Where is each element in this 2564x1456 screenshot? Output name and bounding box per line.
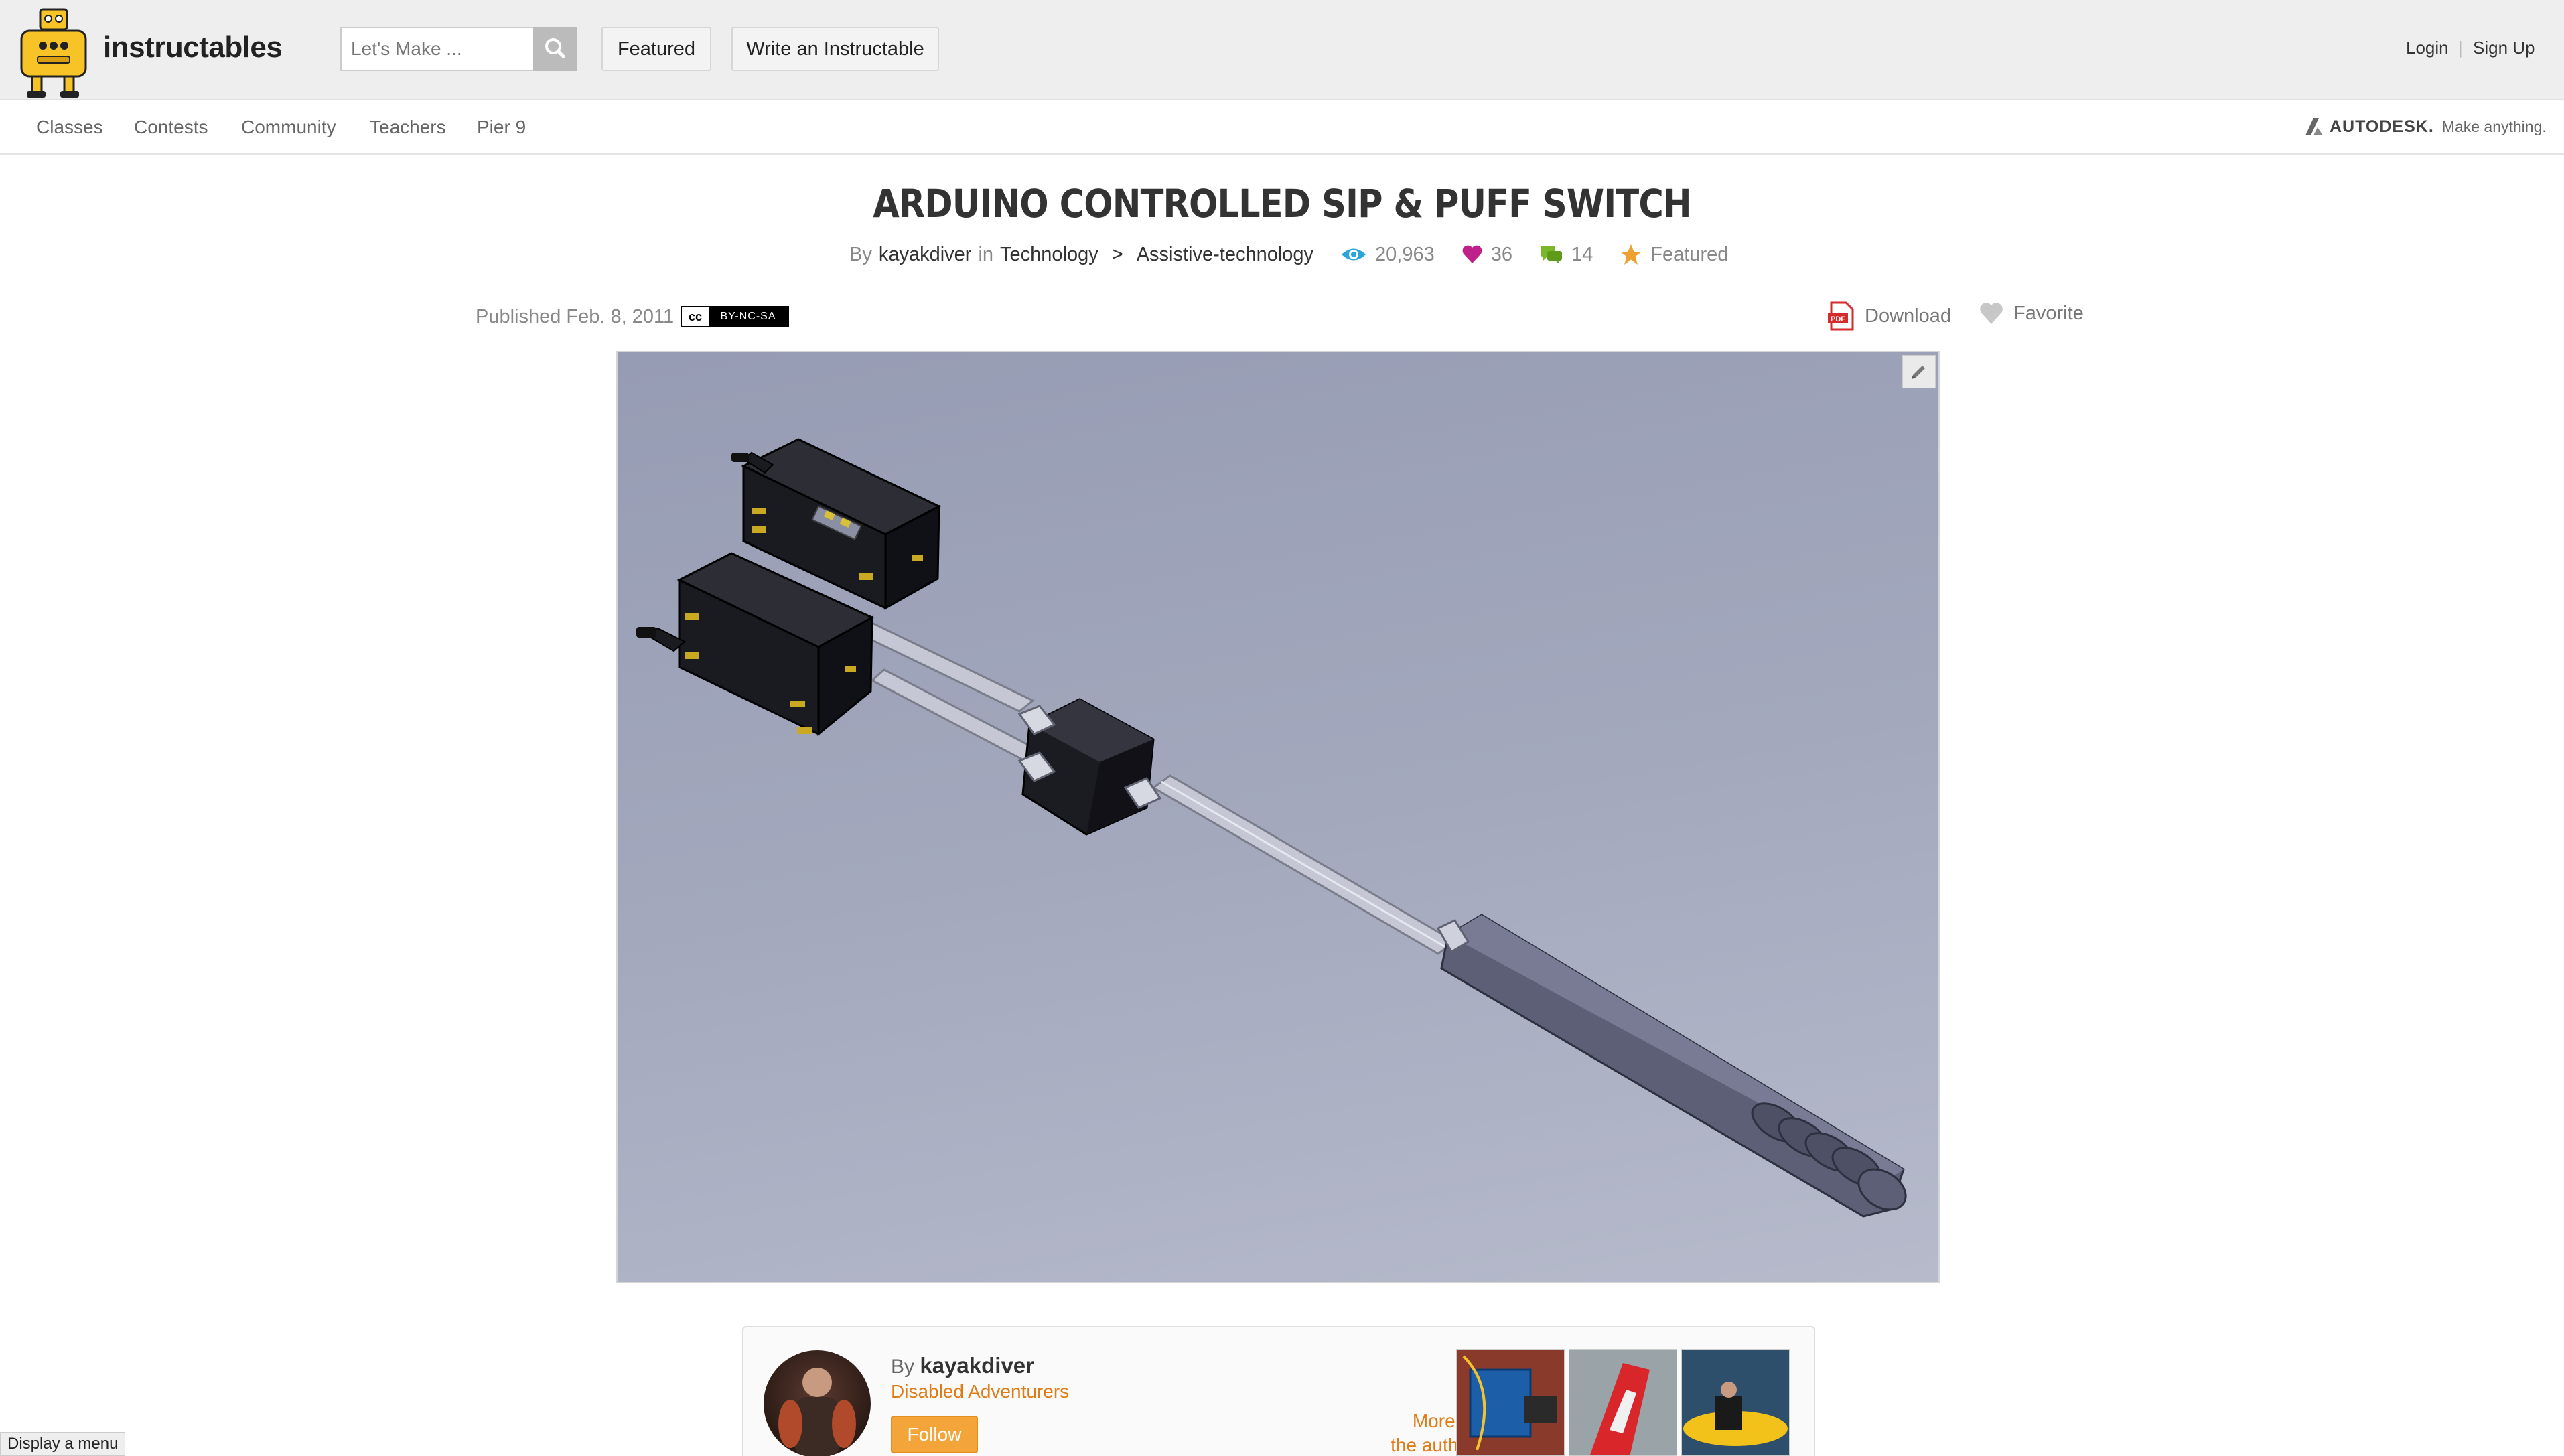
comments-count: 14 xyxy=(1571,243,1593,265)
search-button[interactable] xyxy=(533,27,577,71)
autodesk-name: AUTODESK. xyxy=(2330,117,2434,136)
eye-icon xyxy=(1342,248,1366,261)
search-icon xyxy=(545,38,565,58)
category-nav: Classes Contests Community Teachers Pier… xyxy=(0,100,2564,155)
favorite-label: Favorite xyxy=(2013,302,2084,324)
yellow-kayak-photo xyxy=(1682,1350,1789,1455)
author-project-thumbnail[interactable] xyxy=(1681,1349,1790,1456)
views-count: 20,963 xyxy=(1375,243,1435,265)
autodesk-link[interactable]: AUTODESK. Make anything. xyxy=(2304,117,2547,137)
nav-pier9[interactable]: Pier 9 xyxy=(477,117,526,138)
site-header: instructables Featured Write an Instruct… xyxy=(0,0,2564,100)
featured-label: Featured xyxy=(1650,243,1729,265)
brand-name[interactable]: instructables xyxy=(103,31,283,64)
svg-text:PDF: PDF xyxy=(1831,315,1845,323)
author-byline: By kayakdiver xyxy=(891,1353,1034,1378)
search-input[interactable] xyxy=(340,27,533,71)
author-project-thumbnail[interactable] xyxy=(1569,1349,1677,1456)
subcategory-link[interactable]: Assistive-technology xyxy=(1137,244,1313,266)
avatar-photo xyxy=(778,1368,856,1456)
download-label: Download xyxy=(1865,305,1951,327)
author-name-link[interactable]: kayakdiver xyxy=(920,1353,1034,1378)
download-button[interactable]: PDF Download xyxy=(1826,301,1951,331)
page-title: ARDUINO CONTROLLED SIP & PUFF SWITCH xyxy=(873,181,1691,226)
in-label: in xyxy=(978,243,994,265)
article-byline: By kayakdiver in Technology > Assistive-… xyxy=(849,241,1728,268)
views-stat: 20,963 xyxy=(1340,244,1435,266)
favorites-count: 36 xyxy=(1490,243,1513,265)
instructables-robot-logo[interactable] xyxy=(19,5,92,100)
pdf-icon: PDF xyxy=(1828,301,1854,331)
sip-puff-switch-render xyxy=(636,438,1907,1218)
auth-separator: | xyxy=(2458,38,2463,58)
follow-button[interactable]: Follow xyxy=(891,1416,978,1453)
category-separator: > xyxy=(1111,243,1123,265)
arduino-board-photo xyxy=(1457,1350,1564,1455)
star-icon xyxy=(1620,244,1642,265)
license-cc: cc xyxy=(682,307,709,326)
favorite-button[interactable]: Favorite xyxy=(1979,301,2084,325)
published-date: Published Feb. 8, 2011 xyxy=(476,306,674,327)
pencil-icon xyxy=(1912,366,1925,379)
display-menu-button[interactable]: Display a menu xyxy=(0,1432,126,1456)
featured-button[interactable]: Featured xyxy=(601,27,711,71)
author-card: By kayakdiver Disabled Adventurers Follo… xyxy=(742,1326,1815,1456)
license-badge[interactable]: cc BY-NC-SA xyxy=(681,306,789,327)
comment-bubbles-icon xyxy=(1541,246,1563,264)
by-prefix: By xyxy=(849,243,872,265)
red-kayak-photo xyxy=(1569,1350,1677,1455)
heart-outline-icon xyxy=(1980,303,2003,324)
featured-stat: Featured xyxy=(1620,244,1728,266)
author-project-thumbnail[interactable] xyxy=(1456,1349,1565,1456)
nav-classes[interactable]: Classes xyxy=(36,117,103,138)
comments-stat: 14 xyxy=(1539,244,1593,266)
main-project-image[interactable] xyxy=(616,351,1940,1283)
nav-community[interactable]: Community xyxy=(241,117,336,138)
favorites-stat: 36 xyxy=(1462,244,1512,266)
autodesk-logo-icon xyxy=(2305,118,2323,135)
nav-contests[interactable]: Contests xyxy=(134,117,208,138)
signup-link[interactable]: Sign Up xyxy=(2473,38,2535,58)
autodesk-tagline: Make anything. xyxy=(2441,117,2547,135)
heart-icon xyxy=(1462,245,1482,263)
write-instructable-button[interactable]: Write an Instructable xyxy=(731,27,939,71)
nav-teachers[interactable]: Teachers xyxy=(370,117,446,138)
login-link[interactable]: Login xyxy=(2406,38,2449,58)
author-link[interactable]: kayakdiver xyxy=(879,244,972,266)
license-type: BY-NC-SA xyxy=(709,307,788,326)
category-link[interactable]: Technology xyxy=(1000,244,1098,266)
author-by-prefix: By xyxy=(891,1356,915,1378)
edit-image-button[interactable] xyxy=(1902,355,1936,388)
author-organization-link[interactable]: Disabled Adventurers xyxy=(891,1381,1069,1402)
search-bar xyxy=(340,27,577,71)
author-avatar[interactable] xyxy=(764,1350,871,1456)
